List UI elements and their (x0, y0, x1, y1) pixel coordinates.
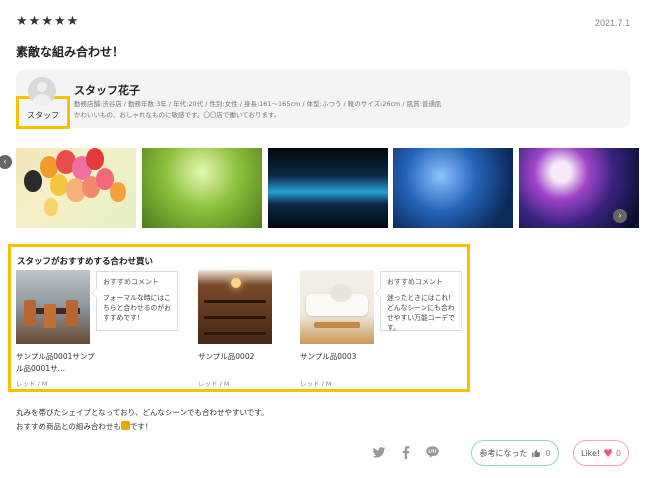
chair-shape (44, 304, 56, 328)
chair-shape (24, 300, 36, 326)
recommend-comment-3: おすすめコメント 迷ったときにはこれ!どんなシーンにも合わせやすい万能コーデです… (375, 271, 462, 332)
staff-meta: 勤務店舗:渋谷店 / 勤務年数:3年 / 年代:20代 / 性別:女性 / 身長… (74, 100, 442, 108)
slide-image-balloons[interactable] (16, 148, 136, 228)
recommend-comment-1: おすすめコメント フォーマルな時にはこちらと合わせるのがおすすめです! (91, 271, 178, 331)
helpful-label: 参考になった (479, 448, 528, 458)
like-button[interactable]: Like! ♥ 0 (573, 440, 629, 466)
review-body-line-2-pre: おすすめ商品との組み合わせも (16, 422, 121, 431)
coffee-table-shape (314, 322, 360, 328)
helpful-button[interactable]: 参考になった 0 (471, 440, 559, 466)
slide-image-leaves[interactable] (142, 148, 262, 228)
product-image-2[interactable] (198, 270, 272, 344)
staff-description: かわいいもの、おしゃれなものに敏感です。〇〇店で働いております。 (74, 111, 281, 119)
product-name-2[interactable]: サンプル品0002 (198, 351, 278, 363)
comment-text: 迷ったときにはこれ!どんなシーンにも合わせやすい万能コーデです。 (387, 294, 455, 332)
facebook-icon[interactable] (402, 446, 410, 459)
shelf-shape (204, 332, 266, 335)
product-name-3[interactable]: サンプル品0003 (300, 351, 380, 363)
twitter-icon[interactable] (372, 447, 386, 459)
heart-icon: ♥ (603, 446, 613, 460)
product-meta-3: レッド / M (300, 380, 332, 388)
shelf-shape (204, 300, 266, 303)
staff-badge: スタッフ (27, 111, 59, 120)
lamp-shape (231, 278, 241, 288)
review-body-line-1: 丸みを帯びたシェイプとなっており、どんなシーンでも合わせやすいです。 (16, 408, 269, 417)
line-icon[interactable] (426, 446, 439, 458)
slider-next-button[interactable]: › (613, 209, 627, 223)
balloon-shape (24, 170, 42, 192)
review-date: 2021.7.1 (594, 18, 630, 28)
avatar (28, 77, 56, 105)
slide-image-flowers[interactable] (393, 148, 513, 228)
product-name-1[interactable]: サンプル品0001サンプル品0001サ… (16, 351, 96, 375)
product-meta-2: レッド / M (198, 380, 230, 388)
comment-label: おすすめコメント (103, 278, 159, 286)
chair-shape (66, 300, 78, 326)
product-meta-1: レッド / M (16, 380, 48, 388)
comment-text: フォーマルな時にはこちらと合わせるのがおすすめです! (103, 294, 171, 322)
recommend-title: スタッフがおすすめする合わせ買い (17, 257, 154, 267)
like-label: Like! (580, 448, 601, 458)
review-body: 丸みを帯びたシェイプとなっており、どんなシーンでも合わせやすいです。 おすすめ商… (16, 406, 269, 434)
balloon-shape (86, 148, 104, 170)
like-count: 0 (615, 448, 622, 458)
comment-label: おすすめコメント (387, 278, 443, 286)
staff-name[interactable]: スタッフ花子 (74, 82, 140, 98)
review-body-line-2: おすすめ商品との組み合わせも です！ (16, 420, 269, 434)
rating-stars: ★★★★★ (16, 14, 80, 29)
thumbs-up-icon (532, 449, 541, 457)
review-body-line-2-post: です！ (129, 422, 153, 431)
slider-prev-button[interactable]: ‹ (0, 155, 12, 169)
balloon-shape (110, 182, 126, 202)
balloon-shape (44, 198, 58, 216)
shelf-shape (204, 316, 266, 319)
thumbs-up-emoji-icon (120, 421, 130, 430)
review-title: 素敵な組み合わせ！ (16, 45, 125, 59)
cushion-shape (330, 284, 352, 302)
product-image-1[interactable] (16, 270, 90, 344)
slide-image-waves[interactable] (268, 148, 388, 228)
helpful-count: 0 (545, 448, 551, 458)
product-image-3[interactable] (300, 270, 374, 344)
